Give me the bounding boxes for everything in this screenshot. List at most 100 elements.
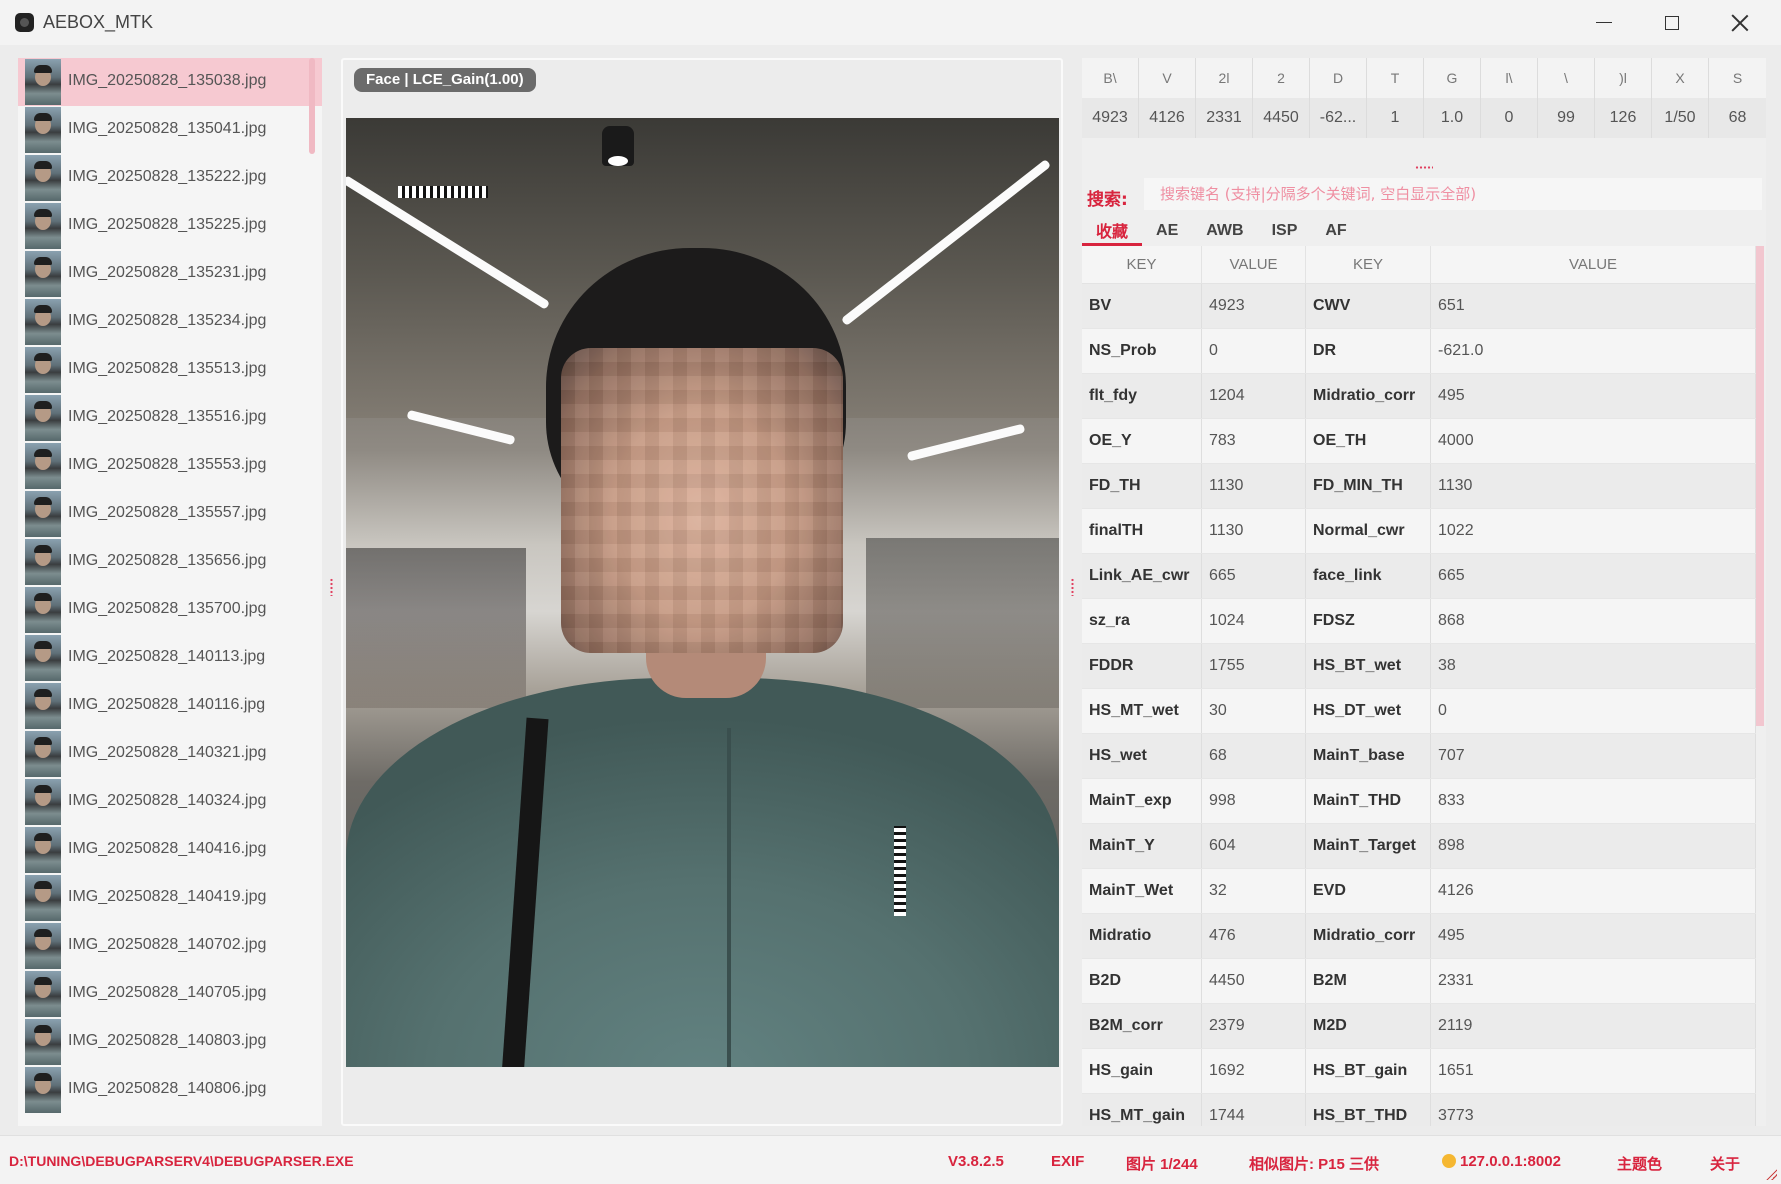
table-row[interactable]: MainT_Wet 32 EVD 4126 bbox=[1082, 869, 1756, 914]
file-list-item[interactable]: IMG_20250828_135557.jpg bbox=[18, 490, 322, 538]
table-row[interactable]: FDDR 1755 HS_BT_wet 38 bbox=[1082, 644, 1756, 689]
minimize-button[interactable] bbox=[1570, 0, 1638, 45]
file-name: IMG_20250828_140702.jpg bbox=[68, 936, 267, 953]
table-row[interactable]: finalTH 1130 Normal_cwr 1022 bbox=[1082, 509, 1756, 554]
file-name: IMG_20250828_140419.jpg bbox=[68, 888, 267, 905]
summary-header-cell[interactable]: X bbox=[1652, 58, 1709, 98]
tab-af[interactable]: AF bbox=[1311, 216, 1360, 246]
summary-header-cell[interactable]: \ bbox=[1538, 58, 1595, 98]
table-row[interactable]: HS_wet 68 MainT_base 707 bbox=[1082, 734, 1756, 779]
file-list-item[interactable]: IMG_20250828_140416.jpg bbox=[18, 826, 322, 874]
image-counter[interactable]: 图片 1/244 bbox=[1126, 1153, 1198, 1174]
tab-awb[interactable]: AWB bbox=[1192, 216, 1257, 246]
summary-header-cell[interactable]: D bbox=[1310, 58, 1367, 98]
tab-favorites[interactable]: 收藏 bbox=[1082, 216, 1143, 246]
summary-header-cell[interactable]: 2 bbox=[1253, 58, 1310, 98]
key-cell: HS_BT_gain bbox=[1306, 1049, 1431, 1093]
image-viewer[interactable]: Face | LCE_Gain(1.00) bbox=[341, 58, 1063, 1126]
column-header-key-2[interactable]: KEY bbox=[1306, 246, 1431, 283]
preview-image[interactable] bbox=[346, 118, 1059, 1067]
table-row[interactable]: HS_gain 1692 HS_BT_gain 1651 bbox=[1082, 1049, 1756, 1094]
file-list-item[interactable]: IMG_20250828_140803.jpg bbox=[18, 1018, 322, 1066]
column-header-value-2[interactable]: VALUE bbox=[1431, 246, 1756, 283]
table-row[interactable]: B2D 4450 B2M 2331 bbox=[1082, 959, 1756, 1004]
file-list-item[interactable]: IMG_20250828_135513.jpg bbox=[18, 346, 322, 394]
file-list-item[interactable]: IMG_20250828_135700.jpg bbox=[18, 586, 322, 634]
maximize-button[interactable] bbox=[1638, 0, 1706, 45]
table-row[interactable]: OE_Y 783 OE_TH 4000 bbox=[1082, 419, 1756, 464]
file-list-item[interactable]: IMG_20250828_140702.jpg bbox=[18, 922, 322, 970]
column-header-key[interactable]: KEY bbox=[1082, 246, 1202, 283]
table-row[interactable]: MainT_Y 604 MainT_Target 898 bbox=[1082, 824, 1756, 869]
file-list-item[interactable]: IMG_20250828_140419.jpg bbox=[18, 874, 322, 922]
summary-header-cell[interactable]: 2l bbox=[1196, 58, 1253, 98]
file-list-item[interactable]: IMG_20250828_135225.jpg bbox=[18, 202, 322, 250]
summary-header-cell[interactable]: G bbox=[1424, 58, 1481, 98]
version-label[interactable]: V3.8.2.5 bbox=[948, 1153, 1004, 1170]
summary-header-cell[interactable]: V bbox=[1139, 58, 1196, 98]
tab-ae[interactable]: AE bbox=[1142, 216, 1192, 246]
file-list-item[interactable]: IMG_20250828_140116.jpg bbox=[18, 682, 322, 730]
resize-grip-icon[interactable] bbox=[1765, 1168, 1777, 1180]
table-row[interactable]: Link_AE_cwr 665 face_link 665 bbox=[1082, 554, 1756, 599]
summary-header-cell[interactable]: T bbox=[1367, 58, 1424, 98]
table-row[interactable]: BV 4923 CWV 651 bbox=[1082, 284, 1756, 329]
left-splitter-handle[interactable] bbox=[330, 578, 333, 596]
server-status[interactable]: 127.0.0.1:8002 bbox=[1442, 1153, 1561, 1170]
file-list-item[interactable]: IMG_20250828_140324.jpg bbox=[18, 778, 322, 826]
summary-header-cell[interactable]: l\ bbox=[1481, 58, 1538, 98]
value-cell: 1755 bbox=[1202, 644, 1306, 688]
table-row[interactable]: B2M_corr 2379 M2D 2119 bbox=[1082, 1004, 1756, 1049]
file-name: IMG_20250828_140806.jpg bbox=[68, 1080, 267, 1097]
summary-header-cell[interactable]: B\ bbox=[1082, 58, 1139, 98]
value-cell: 3773 bbox=[1431, 1094, 1756, 1126]
file-list-item[interactable]: IMG_20250828_135656.jpg bbox=[18, 538, 322, 586]
file-name: IMG_20250828_135231.jpg bbox=[68, 264, 267, 281]
file-list-item[interactable]: IMG_20250828_135222.jpg bbox=[18, 154, 322, 202]
value-cell: 476 bbox=[1202, 914, 1306, 958]
horizontal-splitter-handle[interactable] bbox=[1415, 166, 1433, 169]
table-row[interactable]: NS_Prob 0 DR -621.0 bbox=[1082, 329, 1756, 374]
file-list-item[interactable]: IMG_20250828_135231.jpg bbox=[18, 250, 322, 298]
theme-color-button[interactable]: 主题色 bbox=[1617, 1153, 1662, 1174]
about-button[interactable]: 关于 bbox=[1710, 1153, 1740, 1174]
table-scrollbar[interactable] bbox=[1756, 246, 1764, 726]
file-list-item[interactable]: IMG_20250828_135041.jpg bbox=[18, 106, 322, 154]
file-list-item[interactable]: IMG_20250828_135038.jpg bbox=[18, 58, 322, 106]
table-row[interactable]: FD_TH 1130 FD_MIN_TH 1130 bbox=[1082, 464, 1756, 509]
value-cell: 651 bbox=[1431, 284, 1756, 328]
file-thumbnail bbox=[25, 1067, 61, 1113]
summary-header-cell[interactable]: )l bbox=[1595, 58, 1652, 98]
exif-button[interactable]: EXIF bbox=[1051, 1153, 1084, 1170]
table-row[interactable]: sz_ra 1024 FDSZ 868 bbox=[1082, 599, 1756, 644]
file-name: IMG_20250828_135041.jpg bbox=[68, 120, 267, 137]
table-row[interactable]: HS_MT_wet 30 HS_DT_wet 0 bbox=[1082, 689, 1756, 734]
similar-images-label[interactable]: 相似图片: P15 三供 bbox=[1249, 1153, 1379, 1174]
table-row[interactable]: Midratio 476 Midratio_corr 495 bbox=[1082, 914, 1756, 959]
file-list-item[interactable]: IMG_20250828_135553.jpg bbox=[18, 442, 322, 490]
key-cell: Link_AE_cwr bbox=[1082, 554, 1202, 598]
search-input[interactable] bbox=[1144, 178, 1762, 210]
column-header-value[interactable]: VALUE bbox=[1202, 246, 1306, 283]
value-cell: 1692 bbox=[1202, 1049, 1306, 1093]
file-name: IMG_20250828_135225.jpg bbox=[68, 216, 267, 233]
file-thumbnail bbox=[25, 539, 61, 585]
table-row[interactable]: HS_MT_gain 1744 HS_BT_THD 3773 bbox=[1082, 1094, 1756, 1126]
summary-header-cell[interactable]: S bbox=[1709, 58, 1766, 98]
table-row[interactable]: MainT_exp 998 MainT_THD 833 bbox=[1082, 779, 1756, 824]
file-list-item[interactable]: IMG_20250828_135234.jpg bbox=[18, 298, 322, 346]
summary-value-cell: 2331 bbox=[1196, 98, 1253, 138]
maximize-icon bbox=[1665, 15, 1679, 30]
file-list[interactable]: IMG_20250828_135038.jpg IMG_20250828_1350… bbox=[18, 58, 322, 1126]
file-list-item[interactable]: IMG_20250828_135516.jpg bbox=[18, 394, 322, 442]
file-list-item[interactable]: IMG_20250828_140321.jpg bbox=[18, 730, 322, 778]
close-button[interactable] bbox=[1706, 0, 1774, 45]
file-list-item[interactable]: IMG_20250828_140705.jpg bbox=[18, 970, 322, 1018]
file-list-item[interactable]: IMG_20250828_140113.jpg bbox=[18, 634, 322, 682]
table-row[interactable]: flt_fdy 1204 Midratio_corr 495 bbox=[1082, 374, 1756, 419]
file-list-scrollbar[interactable] bbox=[309, 58, 315, 154]
tab-isp[interactable]: ISP bbox=[1258, 216, 1312, 246]
summary-value-cell: 99 bbox=[1538, 98, 1595, 138]
file-list-item[interactable]: IMG_20250828_140806.jpg bbox=[18, 1066, 322, 1114]
right-splitter-handle[interactable] bbox=[1071, 578, 1074, 596]
